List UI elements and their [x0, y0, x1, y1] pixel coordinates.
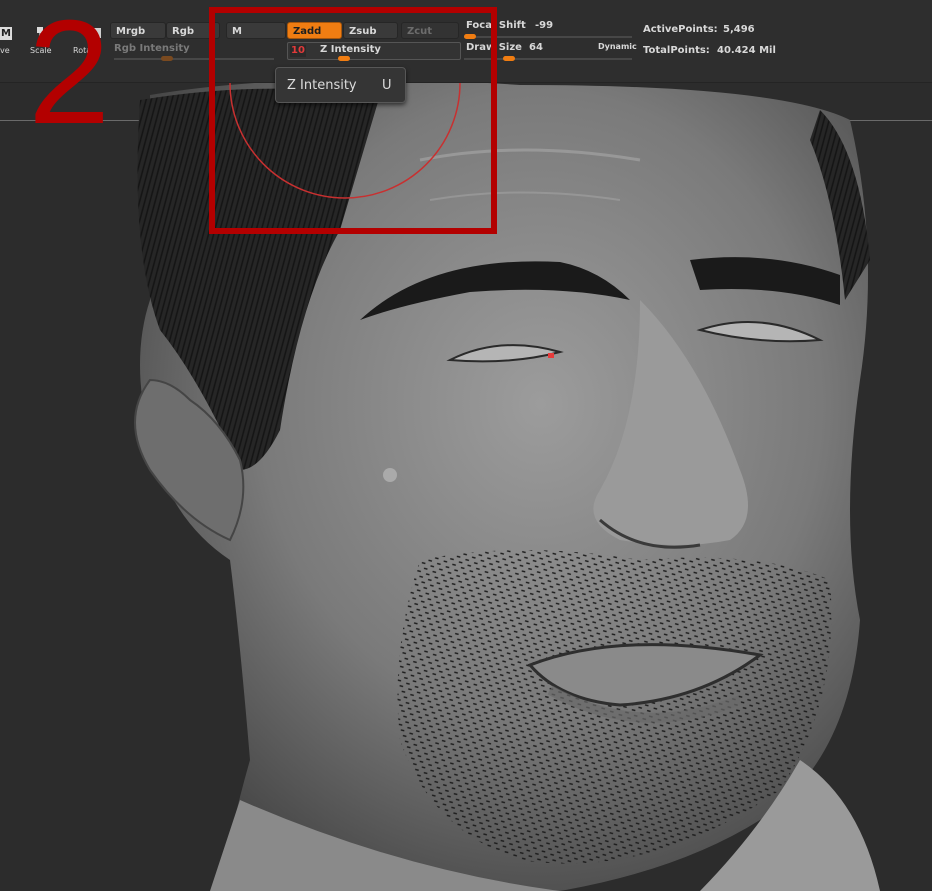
dynamic-toggle[interactable]: Dynamic [598, 42, 637, 51]
tooltip-hotkey: U [382, 78, 392, 93]
eye-marker [548, 353, 554, 358]
draw-size-handle[interactable] [503, 56, 515, 61]
move-label[interactable]: ve [0, 46, 10, 55]
total-points-value: 40.424 Mil [717, 45, 776, 56]
total-points-label: TotalPoints: [643, 45, 710, 56]
rgb-intensity-handle[interactable] [161, 56, 173, 61]
cheek-mole [383, 468, 397, 482]
mrgb-button[interactable]: Mrgb [110, 22, 166, 39]
highlight-box [209, 7, 497, 234]
draw-size-value[interactable]: 64 [529, 42, 543, 53]
material-badge[interactable]: M [0, 27, 12, 40]
focal-shift-value[interactable]: -99 [535, 20, 553, 31]
active-points-label: ActivePoints: [643, 24, 718, 35]
step-number-annotation: 2 [28, 0, 111, 155]
z-intensity-tooltip: Z Intensity U [275, 67, 406, 103]
active-points-value: 5,496 [723, 24, 755, 35]
rgb-intensity-label[interactable]: Rgb Intensity [114, 43, 190, 54]
tooltip-label: Z Intensity [287, 78, 357, 93]
